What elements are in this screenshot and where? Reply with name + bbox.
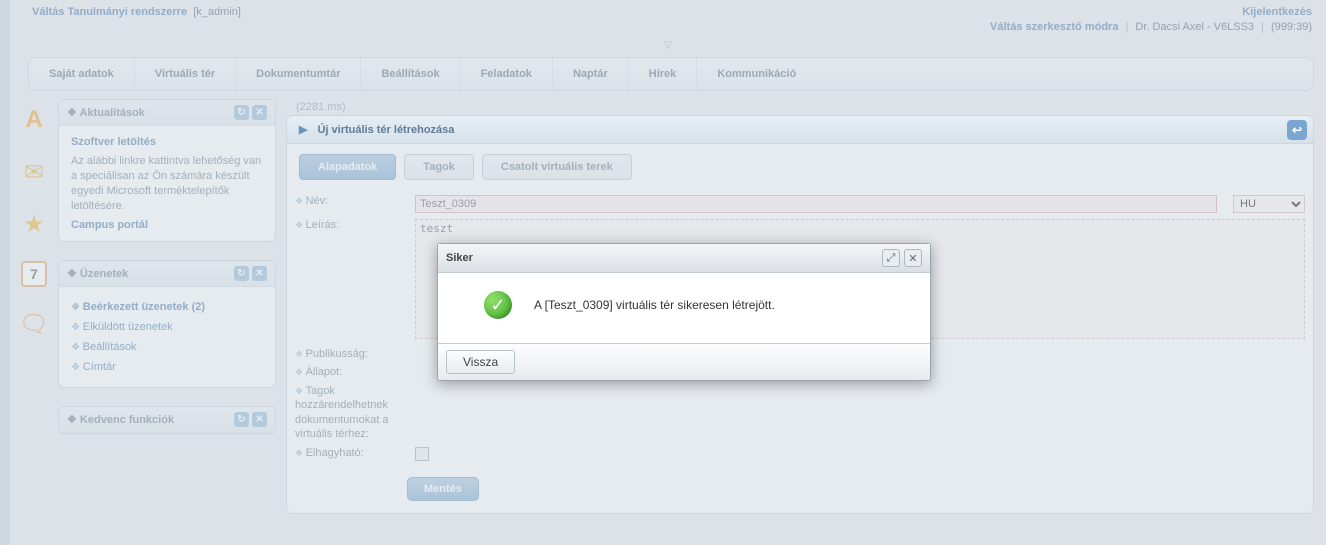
tab-tagok[interactable]: Tagok <box>404 154 474 180</box>
star-icon[interactable]: ★ <box>19 209 49 239</box>
menu-kommunikacio[interactable]: Kommunikáció <box>697 58 816 90</box>
timing-label: (2281 ms) <box>286 99 1314 115</box>
switch-system-link[interactable]: Váltás Tanulmányi rendszerre <box>32 6 187 18</box>
success-dialog: Siker ⤢ ✕ ✓ A [Teszt_0309] virtuális tér… <box>437 243 931 381</box>
menu-dokumentumtar[interactable]: Dokumentumtár <box>236 58 361 90</box>
settings-link[interactable]: Beállítások <box>71 337 263 357</box>
news-panel-title: ❖ Aktualitások <box>67 106 145 119</box>
favorites-panel-title: ❖ Kedvenc funkciók <box>67 413 174 426</box>
menu-hirek[interactable]: Hírek <box>629 58 698 90</box>
lang-select[interactable]: HU <box>1233 195 1305 213</box>
logout-link[interactable]: Kijelentkezés <box>1242 6 1312 18</box>
menu-virtualis-ter[interactable]: Virtuális tér <box>135 58 236 90</box>
menu-beallitasok[interactable]: Beállítások <box>361 58 460 90</box>
refresh-icon[interactable]: ↻ <box>234 266 249 281</box>
sent-link[interactable]: Elküldött üzenetek <box>71 317 263 337</box>
favorites-panel: ❖ Kedvenc funkciók ↻ ✕ <box>58 406 276 434</box>
mail-icon[interactable]: ✉ <box>19 157 49 187</box>
switch-editor-link[interactable]: Váltás szerkesztő módra <box>990 21 1118 33</box>
save-button[interactable]: Mentés <box>407 477 479 501</box>
top-bar: Váltás Tanulmányi rendszerre [k_admin] K… <box>10 0 1326 38</box>
name-input[interactable] <box>415 195 1217 213</box>
dialog-title: Siker <box>446 252 473 264</box>
dialog-expand-icon[interactable]: ⤢ <box>882 249 900 267</box>
page-title: Új virtuális tér létrehozása <box>317 124 454 136</box>
success-check-icon: ✓ <box>484 291 512 319</box>
label-public: Publikusság: <box>287 345 407 363</box>
label-members: Tagok hozzárendelhetnek dokumentumokat a… <box>287 381 407 444</box>
account-tag: [k_admin] <box>193 6 241 18</box>
label-name: Név: <box>287 192 407 216</box>
arrow-icon: ▶ <box>299 123 307 136</box>
menu-sajat-adatok[interactable]: Saját adatok <box>29 58 135 90</box>
letter-a-icon[interactable]: A <box>19 105 49 135</box>
close-icon[interactable]: ✕ <box>252 266 267 281</box>
label-desc: Leírás: <box>287 216 407 345</box>
chat-icon[interactable]: 🗨 <box>19 309 49 339</box>
refresh-icon[interactable]: ↻ <box>234 105 249 120</box>
main-menu: Saját adatok Virtuális tér Dokumentumtár… <box>28 57 1314 91</box>
panel-action-icon[interactable]: ↩ <box>1287 120 1307 140</box>
refresh-icon[interactable]: ↻ <box>234 412 249 427</box>
collapse-toggle[interactable]: ▽ <box>10 40 1326 51</box>
left-icon-strip: A ✉ ★ 7 🗨 <box>10 99 58 514</box>
tab-alapadatok[interactable]: Alapadatok <box>299 154 396 180</box>
label-leavable: Elhagyható: <box>287 444 407 467</box>
back-button[interactable]: Vissza <box>446 350 515 374</box>
label-state: Állapot: <box>287 363 407 381</box>
menu-feladatok[interactable]: Feladatok <box>461 58 553 90</box>
directory-link[interactable]: Címtár <box>71 357 263 377</box>
leavable-checkbox[interactable] <box>415 447 429 461</box>
user-name: Dr. Dacsi Axel - V6LSS3 <box>1135 21 1254 33</box>
close-icon[interactable]: ✕ <box>252 105 267 120</box>
menu-naptar[interactable]: Naptár <box>553 58 629 90</box>
news-panel: ❖ Aktualitások ↻ ✕ Szoftver letöltés Az … <box>58 99 276 242</box>
calendar-icon[interactable]: 7 <box>21 261 47 287</box>
session-clock: (999:39) <box>1271 21 1312 33</box>
close-icon[interactable]: ✕ <box>252 412 267 427</box>
messages-panel: ❖ Üzenetek ↻ ✕ Beérkezett üzenetek (2) E… <box>58 260 276 388</box>
download-text: Az alábbi linkre kattintva lehetőség van… <box>71 154 263 213</box>
download-link[interactable]: Szoftver letöltés <box>71 136 263 148</box>
dialog-message: A [Teszt_0309] virtuális tér sikeresen l… <box>534 298 775 312</box>
campus-portal-link[interactable]: Campus portál <box>71 219 263 231</box>
tab-csatolt[interactable]: Csatolt virtuális terek <box>482 154 632 180</box>
inbox-link[interactable]: Beérkezett üzenetek (2) <box>71 297 263 317</box>
dialog-close-icon[interactable]: ✕ <box>904 249 922 267</box>
messages-panel-title: ❖ Üzenetek <box>67 267 128 280</box>
